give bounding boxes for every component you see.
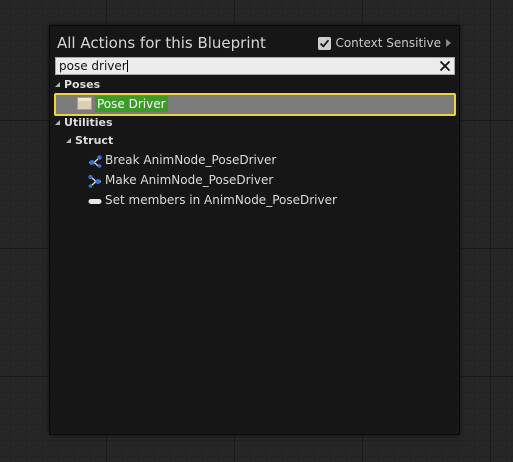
action-item-pose-driver[interactable]: Pose Driver [54, 93, 456, 116]
action-item-label: Set members in AnimNode_PoseDriver [105, 193, 337, 207]
collapse-arrow-icon[interactable] [55, 82, 60, 87]
anim-node-icon [77, 97, 92, 110]
category-struct[interactable]: Struct [65, 134, 185, 148]
category-struct-label: Struct [75, 134, 114, 147]
action-item-make-struct[interactable]: Make AnimNode_PoseDriver [88, 172, 348, 190]
clear-search-icon[interactable] [438, 59, 452, 73]
action-item-label: Break AnimNode_PoseDriver [105, 153, 277, 167]
category-utilities[interactable]: Utilities [54, 116, 174, 130]
menu-title: All Actions for this Blueprint [57, 34, 266, 52]
collapse-arrow-icon[interactable] [66, 138, 71, 143]
action-item-label: Make AnimNode_PoseDriver [105, 173, 274, 187]
search-input[interactable]: pose driver [59, 58, 128, 74]
search-box[interactable]: pose driver [55, 57, 455, 75]
context-sensitive-checkbox[interactable] [318, 36, 332, 50]
menu-header: All Actions for this Blueprint Context S… [50, 26, 459, 58]
category-poses-label: Poses [64, 78, 101, 91]
checkmark-icon [320, 39, 330, 48]
action-item-set-members[interactable]: Set members in AnimNode_PoseDriver [88, 192, 388, 210]
set-members-icon [88, 199, 102, 204]
action-menu: All Actions for this Blueprint Context S… [49, 25, 460, 435]
action-item-break-struct[interactable]: Break AnimNode_PoseDriver [88, 152, 348, 170]
context-sensitive-toggle[interactable]: Context Sensitive [318, 36, 451, 50]
break-struct-icon [89, 155, 102, 168]
chevron-right-icon[interactable] [446, 39, 451, 47]
text-caret [126, 60, 128, 72]
category-utilities-label: Utilities [64, 116, 113, 129]
context-sensitive-label: Context Sensitive [335, 36, 441, 50]
collapse-arrow-icon[interactable] [55, 120, 60, 125]
category-poses[interactable]: Poses [54, 78, 174, 92]
action-item-label: Pose Driver [95, 96, 168, 112]
make-struct-icon [88, 174, 101, 188]
search-input-text: pose driver [59, 59, 127, 73]
